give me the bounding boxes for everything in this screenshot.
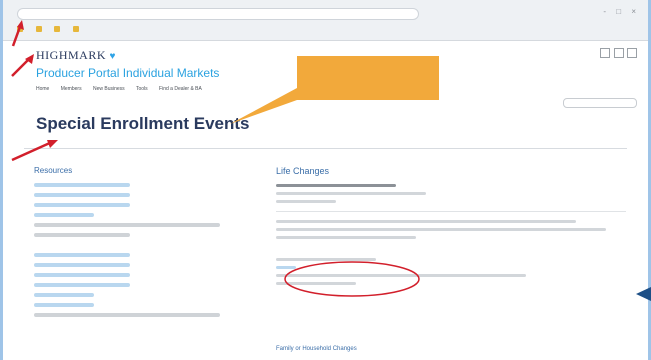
window-controls[interactable]: - □ × [603,7,640,16]
nav-item-members[interactable]: Members [61,86,82,92]
nav-item-tools[interactable]: Tools [136,86,148,92]
resource-link[interactable] [34,193,130,197]
resource-link[interactable] [34,213,94,217]
resource-link[interactable] [34,303,94,307]
resource-text [34,233,130,237]
resources-panel: Resources [34,166,224,323]
text-line [276,228,606,231]
text-line [276,282,356,285]
utility-icon[interactable] [613,48,624,58]
resource-link[interactable] [34,183,130,187]
resource-link[interactable] [34,273,130,277]
text-line [276,220,576,223]
family-changes-title: Family or Household Changes [276,346,357,352]
utility-icon[interactable] [600,48,611,58]
bookmark-icon [73,26,80,32]
resource-text [34,223,220,227]
resource-text [34,313,220,317]
resource-link[interactable] [34,293,94,297]
section-subtitle [276,184,396,187]
logo-text: HIGHMARK [36,48,106,62]
heart-icon: ♥ [109,51,116,62]
resource-link[interactable] [34,263,130,267]
text-line [276,200,336,203]
resources-title: Resources [34,166,73,175]
text-line [276,274,526,277]
life-changes-title: Life Changes [276,166,330,176]
bookmark-icon [54,26,61,32]
life-changes-panel: Life Changes [276,166,626,290]
text-line [276,236,416,239]
brand-logo[interactable]: HIGHMARK ♥ [36,48,116,63]
callout-box [297,56,439,100]
nav-item-home[interactable]: Home [36,86,49,92]
nav-item-find-dealer[interactable]: Find a Dealer & BA [159,86,202,92]
bookmark-item[interactable] [54,26,63,33]
resource-link[interactable] [34,253,130,257]
text-line [276,258,376,261]
bookmark-item[interactable] [17,26,26,33]
bookmark-icon [35,26,42,32]
divider [24,148,627,149]
text-line [276,192,426,195]
bookmark-item[interactable] [73,26,82,33]
inline-link[interactable] [276,266,296,269]
portal-title: Producer Portal Individual Markets [36,66,220,80]
main-nav: Home Members New Business Tools Find a D… [36,86,212,92]
search-input[interactable] [563,98,637,108]
header-utilities [598,48,637,58]
bookmark-icon [17,26,23,32]
bookmark-item[interactable] [35,26,45,33]
utility-icon[interactable] [627,48,637,58]
resource-link[interactable] [34,283,130,287]
bookmarks-bar [17,26,90,33]
page-title: Special Enrollment Events [36,114,250,133]
address-bar[interactable] [17,8,419,20]
separator [276,211,626,212]
resource-link[interactable] [34,203,130,207]
browser-toolbar: - □ × [3,0,648,41]
nav-item-new-business[interactable]: New Business [93,86,125,92]
